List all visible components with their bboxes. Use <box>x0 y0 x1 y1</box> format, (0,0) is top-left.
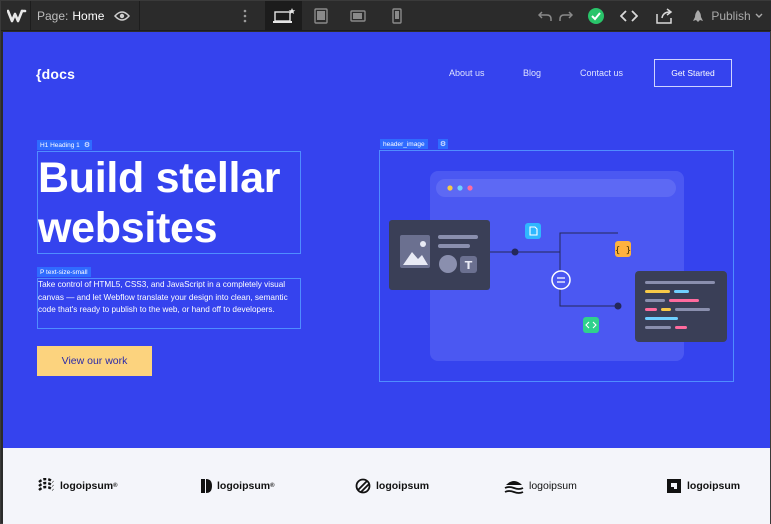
svg-text:{ }: { } <box>615 246 631 256</box>
tablet-breakpoint-icon[interactable] <box>307 1 335 31</box>
logo-text: logoipsum <box>687 480 741 492</box>
mobile-landscape-icon[interactable] <box>344 1 372 31</box>
hero-heading[interactable]: Build stellar websites <box>38 153 313 253</box>
webflow-logo-icon[interactable] <box>5 1 29 31</box>
logoipsum-mark-icon <box>355 478 371 494</box>
publish-button[interactable]: Publish <box>687 1 767 31</box>
export-icon[interactable] <box>654 1 676 31</box>
partner-logo: logoipsum <box>666 478 740 494</box>
hero-section[interactable]: {docs About us Blog Contact us Get Start… <box>3 32 770 448</box>
code-icon[interactable] <box>618 1 640 31</box>
partner-logo: logoipsum <box>504 478 577 494</box>
nav-link-about[interactable]: About us <box>449 68 485 78</box>
view-our-work-button[interactable]: View our work <box>37 346 152 376</box>
redo-icon[interactable] <box>556 1 576 31</box>
get-started-button[interactable]: Get Started <box>654 59 732 87</box>
logoipsum-mark-icon <box>667 479 681 493</box>
image-selection-tag[interactable]: header_image <box>380 139 428 149</box>
svg-text:T: T <box>465 259 473 272</box>
design-canvas[interactable]: {docs About us Blog Contact us Get Start… <box>3 32 770 524</box>
partner-logo: logoipsum ® <box>200 478 275 494</box>
site-logo[interactable]: {docs <box>36 66 75 82</box>
settings-gear-icon[interactable]: ⚙ <box>438 139 448 149</box>
logoipsum-mark-icon <box>504 481 524 494</box>
logo-text: logoipsum <box>60 480 114 492</box>
more-dots-icon[interactable] <box>237 1 253 31</box>
publish-rocket-icon <box>693 10 704 22</box>
chevron-down-icon <box>755 13 763 18</box>
partner-logo: logoipsum ® <box>37 478 118 494</box>
logoipsum-mark-icon <box>201 479 212 493</box>
designer-window: Page: Home Publish {docs About us Blog C… <box>0 0 771 524</box>
hero-paragraph[interactable]: Take control of HTML5, CSS3, and JavaScr… <box>38 279 300 317</box>
page-selector[interactable]: Page: Home <box>37 1 104 31</box>
page-prefix: Page: <box>37 9 69 23</box>
designer-toolbar: Page: Home Publish <box>1 1 771 31</box>
check-status-icon[interactable] <box>586 1 606 31</box>
heading-selection-tag[interactable]: H1 Heading 1 <box>37 140 83 150</box>
publish-label: Publish <box>711 9 751 23</box>
header-image-illustration[interactable]: T { } <box>380 151 733 381</box>
nav-link-contact[interactable]: Contact us <box>580 68 623 78</box>
desktop-breakpoint-icon[interactable] <box>265 1 302 31</box>
nav-link-blog[interactable]: Blog <box>523 68 541 78</box>
settings-gear-icon[interactable]: ⚙ <box>82 140 92 150</box>
partner-logo: logoipsum <box>355 478 429 494</box>
eye-icon[interactable] <box>112 1 132 31</box>
page-name: Home <box>72 9 105 23</box>
paragraph-selection-tag[interactable]: P text-size-small <box>37 267 91 277</box>
mobile-portrait-icon[interactable] <box>385 1 409 31</box>
undo-icon[interactable] <box>535 1 555 31</box>
logo-strip: logoipsum ® logoipsum ® logoipsum logoipsu… <box>3 448 770 524</box>
logoipsum-mark-icon <box>38 478 54 491</box>
logo-text: logoipsum <box>529 480 577 492</box>
logo-text: logoipsum <box>217 480 271 492</box>
logo-text: logoipsum <box>376 480 430 492</box>
